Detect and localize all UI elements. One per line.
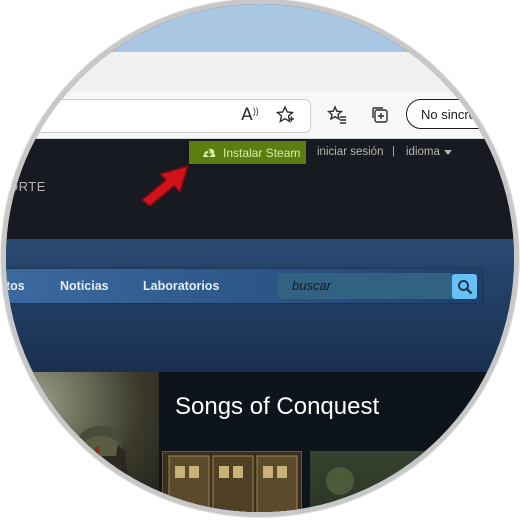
chevron-down-icon	[443, 150, 452, 155]
store-menu-item-partial[interactable]: tos	[6, 279, 25, 293]
nav-support-link[interactable]: ORTE	[8, 179, 46, 194]
store-search-input[interactable]: buscar	[278, 273, 454, 299]
header-separator: |	[392, 145, 395, 157]
store-menu-item-news[interactable]: Noticias	[60, 279, 109, 293]
knight-artwork-icon	[61, 426, 132, 512]
sync-status-button[interactable]: No sincronizando	[406, 99, 514, 129]
install-steam-button[interactable]: Instalar Steam	[189, 141, 306, 164]
screenshot-thumbnail-1[interactable]	[162, 451, 302, 512]
collections-icon[interactable]	[367, 102, 393, 128]
download-icon	[203, 148, 216, 157]
install-steam-label: Instalar Steam	[223, 145, 301, 160]
language-label: idioma	[406, 146, 440, 158]
read-aloud-icon[interactable]: A))	[237, 102, 263, 128]
favorites-icon[interactable]	[324, 102, 350, 128]
browser-tab-strip	[6, 52, 514, 93]
magnifier-lens: A)) No sincronizando Instalar Steam inic…	[6, 4, 514, 512]
search-button[interactable]	[452, 274, 477, 299]
screenshot-thumbnail-2[interactable]	[310, 451, 510, 512]
store-menu-item-labs[interactable]: Laboratorios	[143, 279, 219, 293]
add-favorite-icon[interactable]	[272, 102, 298, 128]
search-icon	[457, 279, 472, 294]
featured-game-title[interactable]: Songs of Conquest	[175, 393, 379, 421]
annotation-arrow-icon	[141, 165, 189, 207]
language-dropdown[interactable]: idioma	[406, 146, 452, 158]
login-link[interactable]: iniciar sesión	[317, 146, 383, 158]
read-aloud-glyph: A	[241, 105, 253, 125]
zoomed-screen: A)) No sincronizando Instalar Steam inic…	[6, 4, 514, 512]
browser-title-bar	[6, 4, 514, 52]
address-bar[interactable]	[6, 99, 311, 133]
store-nav-area	[6, 239, 514, 372]
featured-game-capsule-image[interactable]	[6, 372, 159, 512]
